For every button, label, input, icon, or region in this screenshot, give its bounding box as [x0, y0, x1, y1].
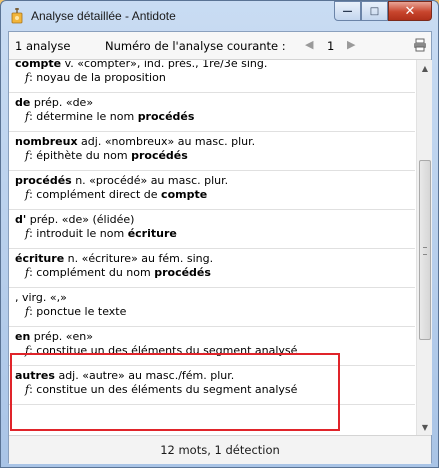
entry-function: f: ponctue le texte	[15, 305, 415, 319]
function-text: : détermine le nom	[29, 110, 138, 123]
scroll-down-arrow-icon[interactable]: ▼	[417, 419, 433, 435]
entry-grammar: , virg. «,»	[15, 291, 67, 304]
entry-grammar: v. «compter», ind. prés., 1re/3e sing.	[61, 60, 268, 70]
minimize-button[interactable]: —	[334, 1, 361, 21]
window-title: Analyse détaillée - Antidote	[31, 9, 176, 23]
function-text: : épithète du nom	[29, 149, 132, 162]
antidote-app-icon	[11, 8, 23, 24]
analysis-entry[interactable]: écriture n. «écriture» au fém. sing. f: c…	[9, 249, 415, 288]
analysis-count: 1 analyse	[15, 39, 71, 53]
entry-grammar: adj. «nombreux» au masc. plur.	[77, 135, 256, 148]
function-text: : complément direct de	[29, 188, 162, 201]
close-button[interactable]: ✕	[388, 1, 432, 21]
function-text: : ponctue le texte	[29, 305, 127, 318]
entry-definition: de prép. «de»	[15, 96, 415, 110]
entry-function: f: détermine le nom procédés	[15, 110, 415, 124]
entry-grammar: n. «écriture» au fém. sing.	[64, 252, 214, 265]
window-client: 1 analyse Numéro de l'analyse courante :…	[8, 31, 432, 464]
analysis-entry[interactable]: compte v. «compter», ind. prés., 1re/3e …	[9, 60, 415, 93]
function-text: : noyau de la proposition	[29, 71, 166, 84]
entry-function: f: introduit le nom écriture	[15, 227, 415, 241]
function-target: procédés	[137, 110, 195, 123]
analysis-entry[interactable]: de prép. «de» f: détermine le nom procédé…	[9, 93, 415, 132]
previous-analysis-button[interactable]: ◀	[305, 38, 313, 51]
entry-function: f: noyau de la proposition	[15, 71, 415, 85]
entry-word: procédés	[15, 174, 72, 187]
function-target: procédés	[131, 149, 188, 162]
maximize-icon: □	[369, 5, 380, 17]
entry-definition: d' prép. «de» (élidée)	[15, 213, 415, 227]
analysis-entry[interactable]: , virg. «,» f: ponctue le texte	[9, 288, 415, 327]
entry-function: f: complément direct de compte	[15, 188, 415, 202]
title-bar[interactable]: Analyse détaillée - Antidote — □ ✕	[1, 1, 438, 31]
entry-definition: , virg. «,»	[15, 291, 415, 305]
analysis-entry[interactable]: d' prép. «de» (élidée) f: introduit le no…	[9, 210, 415, 249]
printer-icon[interactable]	[413, 38, 427, 52]
close-icon: ✕	[404, 3, 416, 19]
function-target: écriture	[127, 227, 177, 240]
entry-grammar: n. «procédé» au masc. plur.	[71, 174, 229, 187]
next-analysis-button[interactable]: ▶	[347, 38, 355, 51]
entry-word: nombreux	[15, 135, 78, 148]
maximize-button[interactable]: □	[361, 1, 388, 21]
window-controls: — □ ✕	[334, 1, 432, 21]
function-target: procédés	[154, 266, 211, 279]
scrollbar-grip-icon	[423, 247, 427, 255]
entry-definition: nombreux adj. «nombreux» au masc. plur.	[15, 135, 415, 149]
scroll-up-arrow-icon[interactable]: ▲	[417, 60, 433, 76]
entry-definition: en prép. «en»	[15, 330, 415, 344]
function-text: : introduit le nom	[29, 227, 128, 240]
entry-definition: écriture n. «écriture» au fém. sing.	[15, 252, 415, 266]
function-text: : complément du nom	[29, 266, 155, 279]
current-analysis-label: Numéro de l'analyse courante :	[105, 39, 286, 53]
analysis-toolbar: 1 analyse Numéro de l'analyse courante :…	[9, 32, 431, 60]
analysis-entry[interactable]: procédés n. «procédé» au masc. plur. f: c…	[9, 171, 415, 210]
minimize-icon: —	[342, 5, 353, 17]
function-target: compte	[161, 188, 208, 201]
current-analysis-number: 1	[327, 39, 335, 53]
vertical-scrollbar[interactable]: ▲ ▼	[416, 60, 432, 435]
status-bar: 12 mots, 1 détection	[9, 435, 431, 464]
entry-definition: procédés n. «procédé» au masc. plur.	[15, 174, 415, 188]
entry-word: écriture	[15, 252, 65, 265]
antidote-window: Analyse détaillée - Antidote — □ ✕ 1 ana…	[0, 0, 439, 468]
scrollbar-thumb[interactable]	[419, 160, 431, 340]
entry-function: f: épithète du nom procédés	[15, 149, 415, 163]
analysis-entry[interactable]: nombreux adj. «nombreux» au masc. plur. f…	[9, 132, 415, 171]
entry-function: f: complément du nom procédés	[15, 266, 415, 280]
entry-word: en	[15, 330, 31, 343]
entry-word: de	[15, 96, 31, 109]
entry-definition: compte v. «compter», ind. prés., 1re/3e …	[15, 60, 415, 71]
status-text: 12 mots, 1 détection	[160, 443, 280, 457]
entry-grammar: prép. «de»	[30, 96, 94, 109]
entry-grammar: prép. «en»	[30, 330, 93, 343]
entry-grammar: prép. «de» (élidée)	[26, 213, 135, 226]
highlight-box	[10, 353, 340, 431]
entry-word: d'	[15, 213, 27, 226]
entry-word: compte	[15, 60, 62, 70]
